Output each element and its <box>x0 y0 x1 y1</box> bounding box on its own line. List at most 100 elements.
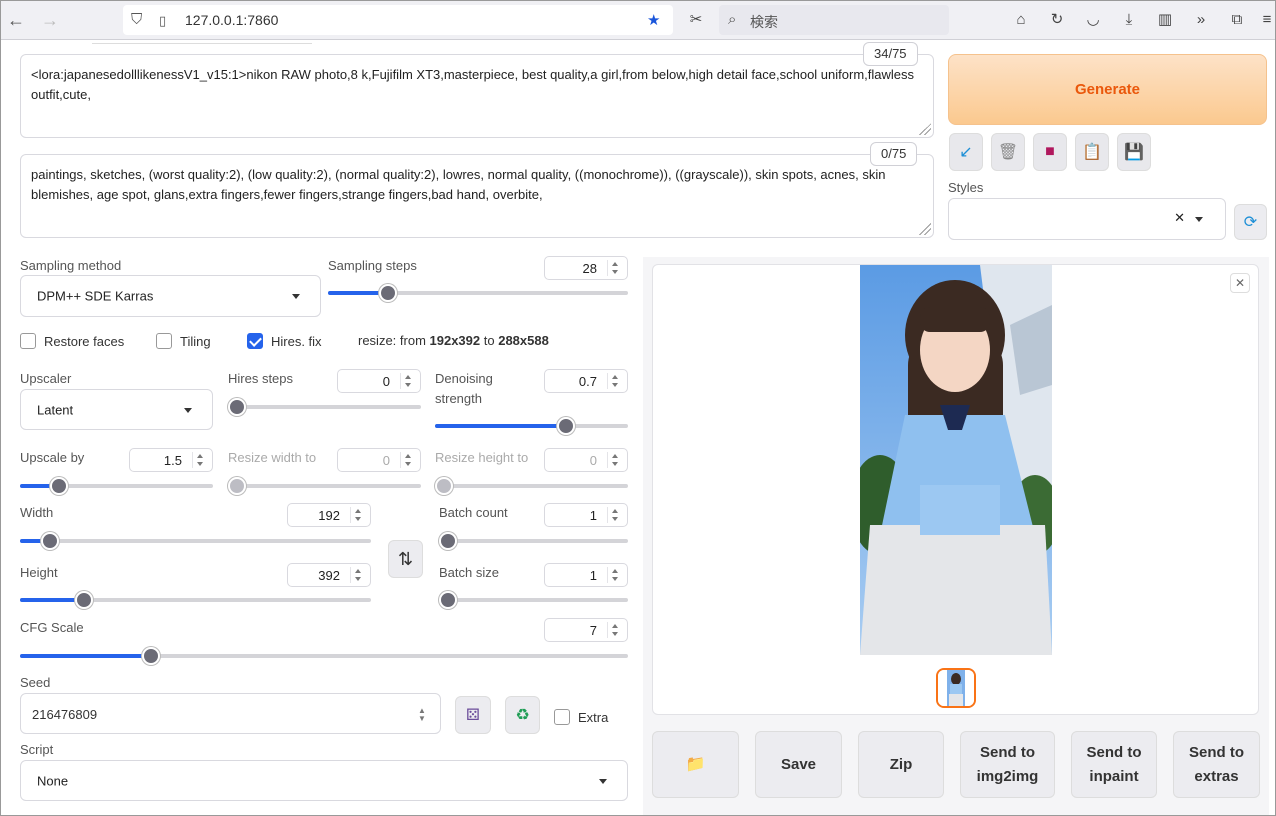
close-icon[interactable]: ✕ <box>1230 273 1250 293</box>
random-seed-button[interactable]: ⚄ <box>455 696 491 734</box>
address-bar[interactable]: ⛉ ▯ 127.0.0.1:7860 ★ <box>123 5 673 35</box>
height-input[interactable]: 392 <box>287 563 371 587</box>
batch-count-input[interactable]: 1 <box>544 503 628 527</box>
stepper-icon[interactable] <box>192 452 206 468</box>
resize-height-slider[interactable] <box>435 477 628 495</box>
stepper-icon[interactable] <box>607 567 621 583</box>
send-to-img2img-button[interactable]: Send to img2img <box>960 731 1055 798</box>
resize-mid: to <box>480 333 499 348</box>
download-icon[interactable]: ⤓ <box>1119 10 1139 30</box>
search-bar[interactable]: ⌕ 検索 <box>719 5 949 35</box>
seed-value: 216476809 <box>32 707 98 722</box>
apply-style-button[interactable]: 📋 <box>1075 133 1109 171</box>
extra-seed-label: Extra <box>578 710 609 725</box>
pocket-icon[interactable]: ◡ <box>1083 10 1103 30</box>
read-params-button[interactable]: ↙ <box>949 133 983 171</box>
hires-steps-input[interactable]: 0 <box>337 369 421 393</box>
stepper-icon[interactable] <box>400 452 414 468</box>
reload-icon[interactable]: ↻ <box>1047 10 1067 30</box>
tiling-label: Tiling <box>180 334 211 349</box>
denoising-value: 0.7 <box>578 374 597 389</box>
upscaler-dropdown[interactable]: Latent <box>20 389 213 430</box>
stepper-icon[interactable] <box>400 373 414 389</box>
zip-button[interactable]: Zip <box>858 731 944 798</box>
hires-fix-label: Hires. fix <box>271 334 322 349</box>
upscaler-label: Upscaler <box>20 371 72 386</box>
stepper-icon[interactable] <box>607 452 621 468</box>
positive-prompt[interactable]: <lora:japanesedolllikenessV1_v15:1>nikon… <box>20 54 934 138</box>
swap-dimensions-button[interactable]: ⇅ <box>388 540 423 578</box>
seed-input[interactable]: 216476809 ▲ ▼ <box>20 693 441 734</box>
cfg-scale-input[interactable]: 7 <box>544 618 628 642</box>
save-style-button[interactable]: 💾 <box>1117 133 1151 171</box>
screenshot-icon[interactable]: ✂ <box>686 10 706 30</box>
generate-button[interactable]: Generate <box>948 54 1267 125</box>
stepper-icon[interactable]: ▲ ▼ <box>416 706 428 723</box>
sampling-steps-value: 28 <box>582 261 597 276</box>
shield-icon[interactable]: ⛉ <box>131 11 142 28</box>
restore-faces-checkbox[interactable] <box>20 333 36 349</box>
hires-fix-checkbox[interactable] <box>247 333 263 349</box>
send-to-inpaint-button[interactable]: Send to inpaint <box>1071 731 1157 798</box>
page-icon[interactable]: ▯ <box>159 13 166 29</box>
selected-thumbnail[interactable] <box>936 668 976 708</box>
extra-seed-checkbox[interactable] <box>554 709 570 725</box>
batch-size-slider[interactable] <box>439 591 628 609</box>
height-slider[interactable] <box>20 591 371 609</box>
url-text[interactable]: 127.0.0.1:7860 <box>185 12 278 28</box>
denoising-input[interactable]: 0.7 <box>544 369 628 393</box>
denoising-slider[interactable] <box>435 417 628 435</box>
resize-height-input[interactable]: 0 <box>544 448 628 472</box>
upscale-by-value: 1.5 <box>163 453 182 468</box>
generated-image[interactable] <box>860 265 1052 655</box>
batch-size-input[interactable]: 1 <box>544 563 628 587</box>
sampling-steps-input[interactable]: 28 <box>544 256 628 280</box>
extensions-icon[interactable]: ⧉ <box>1227 10 1247 30</box>
sidebar-icon[interactable]: ▥ <box>1155 10 1175 30</box>
upscale-by-input[interactable]: 1.5 <box>129 448 213 472</box>
styles-dropdown[interactable]: ✕ <box>948 198 1226 240</box>
cfg-scale-slider[interactable] <box>20 647 628 665</box>
width-input[interactable]: 192 <box>287 503 371 527</box>
stepper-icon[interactable] <box>607 507 621 523</box>
script-dropdown[interactable]: None <box>20 760 628 801</box>
denoising-label-1: Denoising <box>435 371 493 386</box>
extra-networks-button[interactable]: ■ <box>1033 133 1067 171</box>
batch-count-slider[interactable] <box>439 532 628 550</box>
thumbnail-art <box>938 670 974 706</box>
arrow-icon: ↙ <box>959 144 973 161</box>
stepper-icon[interactable] <box>607 622 621 638</box>
home-icon[interactable]: ⌂ <box>1011 10 1031 30</box>
stepper-icon[interactable] <box>350 507 364 523</box>
back-icon[interactable]: ← <box>6 10 26 30</box>
negative-prompt[interactable]: paintings, sketches, (worst quality:2), … <box>20 154 934 238</box>
tiling-checkbox[interactable] <box>156 333 172 349</box>
chevron-down-icon <box>1195 217 1203 222</box>
forward-icon[interactable]: → <box>40 10 60 30</box>
resize-handle[interactable] <box>919 223 931 235</box>
width-slider[interactable] <box>20 532 371 550</box>
save-button[interactable]: Save <box>755 731 842 798</box>
hires-steps-slider[interactable] <box>228 398 421 416</box>
send-to-extras-button[interactable]: Send to extras <box>1173 731 1260 798</box>
resize-width-input[interactable]: 0 <box>337 448 421 472</box>
resize-width-slider[interactable] <box>228 477 421 495</box>
bookmark-star-icon[interactable]: ★ <box>647 11 660 29</box>
sampling-method-dropdown[interactable]: DPM++ SDE Karras <box>20 275 321 317</box>
clear-prompt-button[interactable]: 🗑 <box>991 133 1025 171</box>
stepper-icon[interactable] <box>607 373 621 389</box>
open-folder-button[interactable]: 📁 <box>652 731 739 798</box>
upscaler-value: Latent <box>37 402 74 417</box>
webui-main: <lora:japanesedolllikenessV1_v15:1>nikon… <box>0 40 1276 816</box>
refresh-styles-button[interactable]: ⟳ <box>1234 204 1267 240</box>
denoising-label-2: strength <box>435 391 482 406</box>
upscale-by-slider[interactable] <box>20 477 213 495</box>
sampling-steps-slider[interactable] <box>328 284 628 302</box>
stepper-icon[interactable] <box>607 260 621 276</box>
stepper-icon[interactable] <box>350 567 364 583</box>
menu-icon[interactable]: ≡ <box>1257 10 1276 30</box>
resize-handle[interactable] <box>919 123 931 135</box>
reuse-seed-button[interactable]: ♻ <box>505 696 540 734</box>
clear-icon[interactable]: ✕ <box>1174 210 1185 226</box>
overflow-icon[interactable]: » <box>1191 10 1211 30</box>
